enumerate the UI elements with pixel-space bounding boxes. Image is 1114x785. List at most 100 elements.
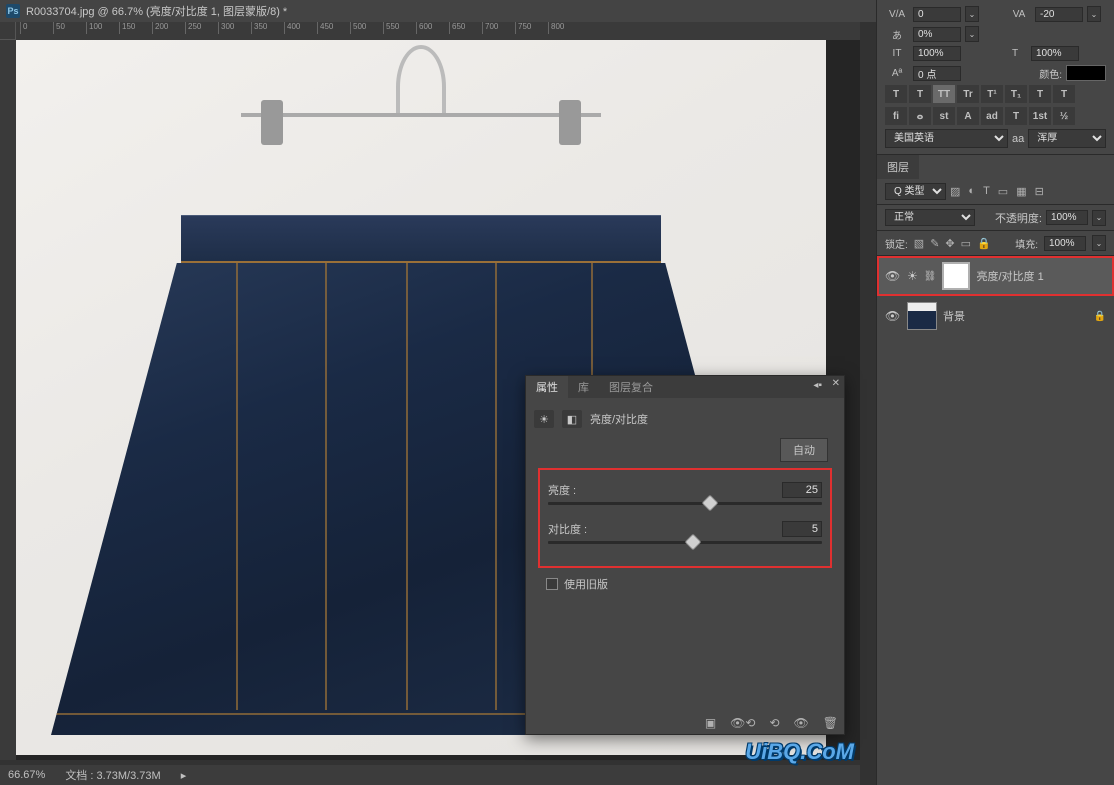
layers-panel: 图层 Q 类型 ▨ ◐ T ▭ ▦ ⊟ 正常 不透明度: ⌄ 锁定: ▧ ✎ ✥… xyxy=(877,155,1114,336)
metric-dropdown[interactable]: ⌄ xyxy=(965,26,979,42)
opentype-feature-button[interactable]: ⴰ xyxy=(909,107,931,125)
ruler-horizontal[interactable]: 0501001502002503003504004505005506006507… xyxy=(16,22,860,40)
filter-pixel-icon[interactable]: ▨ xyxy=(950,185,960,198)
text-style-button[interactable]: T¹ xyxy=(981,85,1003,103)
legacy-label: 使用旧版 xyxy=(564,576,608,592)
tracking-input[interactable] xyxy=(1035,7,1083,22)
blend-mode-select[interactable]: 正常 xyxy=(885,209,975,226)
properties-panel: 属性 库 图层复合 ◂▪ ✕ ☀ ◧ 亮度/对比度 自动 亮度 : xyxy=(525,375,845,735)
text-style-button[interactable]: T xyxy=(909,85,931,103)
clip-to-layer-icon[interactable]: ▣ xyxy=(705,716,716,730)
layer-item-adjustment[interactable]: 👁 ☀ ⛓ 亮度/对比度 1 xyxy=(877,256,1114,296)
layer-mask-thumbnail[interactable] xyxy=(942,262,970,290)
brightness-input[interactable] xyxy=(782,482,822,498)
text-color-swatch[interactable] xyxy=(1066,65,1106,81)
filter-adjustment-icon[interactable]: ◐ xyxy=(968,185,975,198)
metric-selector-icon: あ xyxy=(885,27,909,42)
layer-locked-icon[interactable]: 🔒 xyxy=(1094,311,1106,322)
anti-alias-icon: aa xyxy=(1012,133,1024,145)
view-previous-icon[interactable]: 👁⟲ xyxy=(730,716,755,730)
opentype-feature-button[interactable]: fi xyxy=(885,107,907,125)
mask-link-icon[interactable]: ⛓ xyxy=(924,271,937,282)
fill-label: 填充: xyxy=(1015,236,1038,251)
tab-layer-comps[interactable]: 图层复合 xyxy=(599,376,663,398)
kerning-metric-icon: V/A xyxy=(885,9,909,20)
kerning-metric-dropdown[interactable]: ⌄ xyxy=(965,6,979,22)
filter-type-icon[interactable]: T xyxy=(983,185,990,198)
doc-size-display[interactable]: 文档 : 3.73M/3.73M xyxy=(65,767,160,783)
brightness-label: 亮度 : xyxy=(548,482,576,498)
property-type-header: ☀ ◧ 亮度/对比度 xyxy=(534,406,836,438)
layer-item-background[interactable]: 👁 背景 🔒 xyxy=(877,296,1114,336)
lock-transparent-icon[interactable]: ▧ xyxy=(914,237,924,250)
layer-visibility-icon[interactable]: 👁 xyxy=(885,269,901,283)
tab-properties[interactable]: 属性 xyxy=(526,376,568,398)
auto-button[interactable]: 自动 xyxy=(780,438,828,462)
tracking-dropdown[interactable]: ⌄ xyxy=(1087,6,1101,22)
text-style-button[interactable]: T xyxy=(1053,85,1075,103)
legacy-checkbox[interactable] xyxy=(546,578,558,590)
reset-icon[interactable]: ⟲ xyxy=(769,716,779,730)
language-select[interactable]: 美国英语 xyxy=(885,129,1008,148)
text-style-button[interactable]: Tr xyxy=(957,85,979,103)
property-title: 亮度/对比度 xyxy=(590,411,648,427)
layer-visibility-icon[interactable]: 👁 xyxy=(885,309,901,323)
status-chevron-icon[interactable]: ▸ xyxy=(181,769,187,782)
opentype-feature-button[interactable]: st xyxy=(933,107,955,125)
ps-app-icon: Ps xyxy=(6,4,20,18)
lock-image-icon[interactable]: ✎ xyxy=(930,237,939,250)
right-panel-dock: V/A ⌄ VA ⌄ あ ⌄ IT T Aª 颜色: TTTTTrT¹T₁ xyxy=(876,0,1114,785)
layer-thumbnail[interactable] xyxy=(907,302,937,330)
baseline-shift-input[interactable] xyxy=(913,66,961,81)
layers-tab[interactable]: 图层 xyxy=(877,155,919,179)
layer-filter-type[interactable]: Q 类型 xyxy=(885,183,946,200)
fill-dropdown[interactable]: ⌄ xyxy=(1092,235,1106,251)
metric-input[interactable] xyxy=(913,27,961,42)
kerning-metric-input[interactable] xyxy=(913,7,961,22)
text-style-button[interactable]: TT xyxy=(933,85,955,103)
text-style-button[interactable]: T₁ xyxy=(1005,85,1027,103)
opentype-feature-button[interactable]: A xyxy=(957,107,979,125)
brightness-icon: ☀ xyxy=(534,410,554,428)
filter-shape-icon[interactable]: ▭ xyxy=(998,185,1008,198)
fill-input[interactable] xyxy=(1044,236,1086,251)
toggle-visibility-icon[interactable]: 👁 xyxy=(794,716,809,730)
text-style-button[interactable]: T xyxy=(885,85,907,103)
tab-libraries[interactable]: 库 xyxy=(568,376,599,398)
vertical-scale-icon: IT xyxy=(885,48,909,59)
text-style-button[interactable]: T xyxy=(1029,85,1051,103)
opentype-feature-button[interactable]: 1st xyxy=(1029,107,1051,125)
ruler-origin[interactable] xyxy=(0,22,16,40)
contrast-slider[interactable] xyxy=(548,541,822,544)
lock-label: 锁定: xyxy=(885,236,908,251)
hanger-graphic xyxy=(241,45,601,220)
opentype-feature-button[interactable]: T xyxy=(1005,107,1027,125)
lock-all-icon[interactable]: 🔒 xyxy=(977,237,991,250)
character-panel: V/A ⌄ VA ⌄ あ ⌄ IT T Aª 颜色: TTTTTrT¹T₁ xyxy=(877,0,1114,155)
layer-name[interactable]: 亮度/对比度 1 xyxy=(976,268,1043,284)
brightness-slider[interactable] xyxy=(548,502,822,505)
opentype-feature-button[interactable]: ½ xyxy=(1053,107,1075,125)
lock-artboard-icon[interactable]: ▭ xyxy=(961,237,971,250)
horizontal-scale-input[interactable] xyxy=(1031,46,1079,61)
vertical-scale-input[interactable] xyxy=(913,46,961,61)
opentype-feature-button[interactable]: ad xyxy=(981,107,1003,125)
delete-adjustment-icon[interactable]: 🗑 xyxy=(823,716,838,730)
contrast-label: 对比度 : xyxy=(548,521,587,537)
anti-alias-select[interactable]: 浑厚 xyxy=(1028,129,1106,148)
properties-panel-header[interactable]: 属性 库 图层复合 ◂▪ ✕ xyxy=(526,376,844,398)
zoom-display[interactable]: 66.67% xyxy=(8,769,45,781)
horizontal-scale-icon: T xyxy=(1003,48,1027,59)
opacity-input[interactable] xyxy=(1046,210,1088,225)
contrast-input[interactable] xyxy=(782,521,822,537)
ruler-vertical[interactable] xyxy=(0,40,16,760)
panel-close-icon[interactable]: ✕ xyxy=(832,378,840,389)
filter-smart-icon[interactable]: ▦ xyxy=(1016,185,1026,198)
lock-position-icon[interactable]: ✥ xyxy=(945,237,954,250)
panel-menu-icon[interactable]: ◂▪ xyxy=(813,380,822,391)
filter-toggle-icon[interactable]: ⊟ xyxy=(1035,185,1044,198)
status-bar: 66.67% 文档 : 3.73M/3.73M ▸ xyxy=(0,765,860,785)
adjustment-layer-icon: ☀ xyxy=(907,269,918,283)
layer-name[interactable]: 背景 xyxy=(943,308,965,324)
opacity-dropdown[interactable]: ⌄ xyxy=(1092,210,1106,226)
